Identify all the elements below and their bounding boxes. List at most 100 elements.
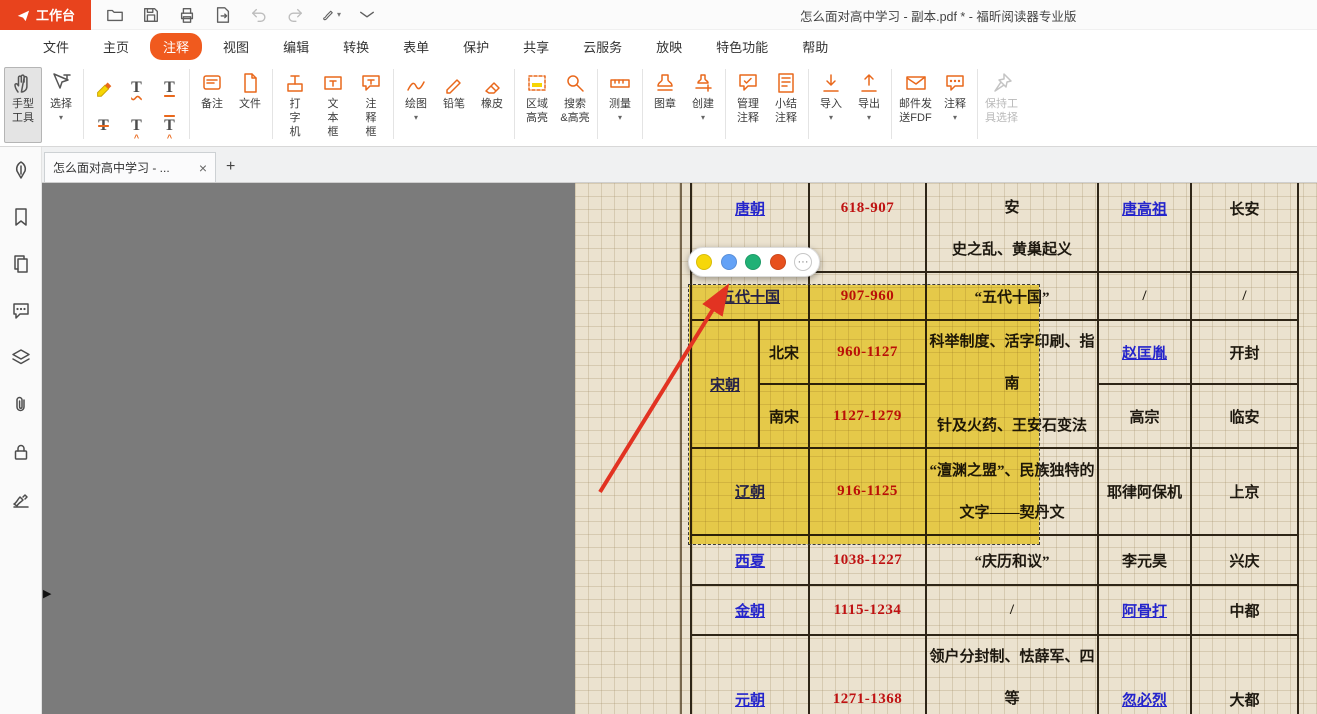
menu-cloud[interactable]: 云服务 <box>570 33 635 60</box>
manage-comments-button[interactable]: 管理 注释 <box>729 67 767 143</box>
titlebar: 工作台 ▾ 怎么面对高中学习 - 副本.pdf * - 福昕阅读器专业版 <box>0 0 1317 30</box>
replace-text-button[interactable]: T^ <box>155 111 185 141</box>
color-swatch-red[interactable] <box>770 254 786 270</box>
founder-cell: 赵匡胤 <box>1098 320 1191 384</box>
document-tab[interactable]: 怎么面对高中学习 - ... × <box>44 152 216 182</box>
menu-form[interactable]: 表单 <box>390 33 442 60</box>
note-button[interactable]: 备注 <box>193 67 231 143</box>
redo-icon[interactable] <box>285 5 305 25</box>
table-row-yuan: 元朝 1271-1368 领户分封制、怯薛军、四等民族划分、元曲灿烂辉煌 忽必烈… <box>691 635 1298 714</box>
undo-icon[interactable] <box>249 5 269 25</box>
stamp-icon <box>652 70 678 96</box>
stamp-button[interactable]: 图章 <box>646 67 684 143</box>
save-icon[interactable] <box>141 5 161 25</box>
events-cell: 领户分封制、怯薛军、四等民族划分、元曲灿烂辉煌 <box>926 635 1098 714</box>
events-cell: 武则天建周、开元盛世、安史之乱、黄巢起义 <box>926 183 1098 272</box>
export-arrow-icon <box>856 70 882 96</box>
founder-cell: / <box>1098 272 1191 320</box>
export-comments-button[interactable]: 导出 ▾ <box>850 67 888 143</box>
color-swatch-yellow[interactable] <box>696 254 712 270</box>
menu-help[interactable]: 帮助 <box>789 33 841 60</box>
select-tool-button[interactable]: 选择 ▾ <box>42 67 80 143</box>
color-swatch-green[interactable] <box>745 254 761 270</box>
ribbon-toolbar: 手型 工具 选择 ▾ T T T T^ T^ 备注 文件 打 字 机 <box>0 62 1317 147</box>
menu-file[interactable]: 文件 <box>30 33 82 60</box>
file-attachment-button[interactable]: 文件 <box>231 67 269 143</box>
foxit-logo-icon <box>16 8 30 22</box>
search-highlight-button[interactable]: 搜索 &高亮 <box>556 67 594 143</box>
create-stamp-button[interactable]: 创建 ▾ <box>684 67 722 143</box>
menu-protect[interactable]: 保护 <box>450 33 502 60</box>
dates-cell: 1115-1234 <box>809 585 926 635</box>
measure-button[interactable]: 测量 ▾ <box>601 67 639 143</box>
note-icon <box>199 70 225 96</box>
capital-cell: 中都 <box>1191 585 1298 635</box>
strikeout-button[interactable]: T <box>89 111 119 141</box>
menu-present[interactable]: 放映 <box>643 33 695 60</box>
search-icon <box>562 70 588 96</box>
ribbon-divider <box>725 69 726 139</box>
format-brush-icon[interactable]: ▾ <box>321 5 341 25</box>
new-tab-button[interactable]: + <box>226 158 235 176</box>
ribbon-divider <box>393 69 394 139</box>
layers-icon[interactable] <box>9 347 33 369</box>
dynasty-cell: 元朝 <box>691 635 809 714</box>
textbox-icon <box>320 70 346 96</box>
pages-icon[interactable] <box>9 253 33 275</box>
workspace-button[interactable]: 工作台 <box>0 0 91 30</box>
typewriter-button[interactable]: 打 字 机 <box>276 67 314 143</box>
ribbon-divider <box>977 69 978 139</box>
pencil-button[interactable]: 铅笔 <box>435 67 473 143</box>
file-icon <box>237 70 263 96</box>
capital-cell: 长安 <box>1191 183 1298 272</box>
email-fdf-button[interactable]: 邮件发 送FDF <box>895 67 936 143</box>
founder-cell: 高宗 <box>1098 384 1191 448</box>
customize-toolbar-chevron-icon[interactable] <box>357 5 377 25</box>
menu-share[interactable]: 共享 <box>510 33 562 60</box>
ribbon-divider <box>891 69 892 139</box>
callout-button[interactable]: 注 释 框 <box>352 67 390 143</box>
summarize-comments-button[interactable]: 小结 注释 <box>767 67 805 143</box>
insert-text-button[interactable]: T^ <box>122 111 152 141</box>
select-caret-icon: ▾ <box>59 114 63 122</box>
ribbon-divider <box>597 69 598 139</box>
squiggly-underline-button[interactable]: T <box>122 73 152 103</box>
underline-button[interactable]: T <box>155 73 185 103</box>
more-options-icon[interactable]: ··· <box>794 253 812 271</box>
signature-pen-icon[interactable] <box>9 488 33 510</box>
annotation-color-palette: ··· <box>688 247 820 277</box>
founder-cell: 耶律阿保机 <box>1098 448 1191 535</box>
security-lock-icon[interactable] <box>9 441 33 463</box>
menu-convert[interactable]: 转换 <box>330 33 382 60</box>
keep-tool-selected-button[interactable]: 保持工 具选择 <box>981 67 1022 143</box>
annotation-quill-icon[interactable] <box>9 159 33 181</box>
menu-home[interactable]: 主页 <box>90 33 142 60</box>
textbox-button[interactable]: 文 本 框 <box>314 67 352 143</box>
eraser-button[interactable]: 橡皮 <box>473 67 511 143</box>
open-file-icon[interactable] <box>105 5 125 25</box>
comments-panel-icon[interactable] <box>9 300 33 322</box>
drawing-button[interactable]: 绘图 ▾ <box>397 67 435 143</box>
measure-caret-icon: ▾ <box>618 114 622 122</box>
export-icon[interactable] <box>213 5 233 25</box>
menu-edit[interactable]: 编辑 <box>270 33 322 60</box>
import-comments-button[interactable]: 导入 ▾ <box>812 67 850 143</box>
menu-comment[interactable]: 注释 <box>150 33 202 60</box>
color-swatch-blue[interactable] <box>721 254 737 270</box>
menu-view[interactable]: 视图 <box>210 33 262 60</box>
area-highlight-icon <box>524 70 550 96</box>
area-highlight-button[interactable]: 区域 高亮 <box>518 67 556 143</box>
print-icon[interactable] <box>177 5 197 25</box>
panel-expand-handle[interactable]: ▶ <box>43 587 51 600</box>
highlight-button[interactable] <box>89 73 119 103</box>
tab-close-icon[interactable]: × <box>199 161 207 175</box>
ribbon-divider <box>642 69 643 139</box>
comment-tools-button[interactable]: 注释 ▾ <box>936 67 974 143</box>
highlight-annotation[interactable] <box>688 284 1040 545</box>
menu-features[interactable]: 特色功能 <box>703 33 781 60</box>
callout-icon <box>358 70 384 96</box>
manage-comments-icon <box>735 70 761 96</box>
bookmark-icon[interactable] <box>9 206 33 228</box>
hand-tool-button[interactable]: 手型 工具 <box>4 67 42 143</box>
attachments-paperclip-icon[interactable] <box>9 394 33 416</box>
